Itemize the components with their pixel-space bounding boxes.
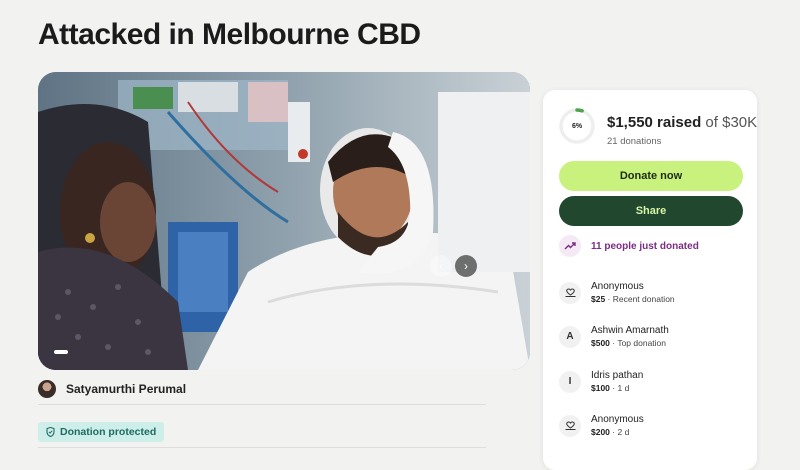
heart-hand-icon	[559, 281, 581, 304]
raised-amount: $1,550 raised	[607, 114, 702, 131]
donor-item: Anonymous $25 · Recent donation	[559, 280, 675, 305]
hospital-patient-photo	[38, 72, 530, 370]
donation-protected-badge[interactable]: Donation protected	[38, 422, 165, 442]
chevron-right-icon[interactable]: ›	[455, 255, 477, 277]
trending-up-icon	[559, 235, 581, 257]
donate-now-button[interactable]: Donate now	[559, 161, 743, 191]
donor-note: · 1 d	[609, 383, 630, 393]
goal-amount: of $30K	[705, 114, 758, 131]
donor-name: Anonymous	[591, 281, 644, 292]
shield-icon	[46, 427, 55, 437]
divider	[38, 447, 486, 448]
donor-name: Ashwin Amarnath	[591, 325, 669, 336]
donor-amount: $100	[591, 383, 610, 393]
donor-note: · Recent donation	[605, 294, 675, 304]
avatar	[38, 380, 56, 398]
donor-amount: $25	[591, 294, 606, 304]
donor-item: A Ashwin Amarnath $500 · Top donation	[559, 324, 669, 349]
donor-meta: $500 · Top donation	[591, 337, 669, 349]
organizer-name[interactable]: Satyamurthi Perumal	[66, 382, 186, 396]
donation-sidebar: 6% $1,550 raised of $30K 21 donations Do…	[543, 90, 757, 470]
donor-meta: $200 · 2 d	[591, 426, 644, 438]
raised-summary: $1,550 raised of $30K	[607, 114, 757, 131]
chevron-left-icon[interactable]: ‹	[430, 255, 452, 277]
heart-hand-icon	[559, 414, 581, 437]
donor-note: · 2 d	[609, 427, 630, 437]
page-title: Attacked in Melbourne CBD	[38, 18, 421, 51]
donor-note: · Top donation	[609, 338, 667, 348]
donor-meta: $25 · Recent donation	[591, 293, 675, 305]
donor-initial-avatar: A	[559, 325, 581, 348]
recent-donations-text: 11 people just donated	[591, 240, 699, 252]
donor-name: Anonymous	[591, 414, 644, 425]
donation-count: 21 donations	[607, 136, 662, 147]
badge-label: Donation protected	[60, 426, 157, 438]
donor-meta: $100 · 1 d	[591, 382, 643, 394]
donor-initial-avatar: I	[559, 370, 581, 393]
carousel-dots[interactable]	[54, 350, 68, 354]
organizer-row[interactable]: Satyamurthi Perumal	[38, 380, 186, 398]
share-button[interactable]: Share	[559, 196, 743, 226]
fundraiser-photo[interactable]	[38, 72, 530, 370]
donor-amount: $200	[591, 427, 610, 437]
progress-percent: 6%	[571, 122, 583, 130]
donor-item: I Idris pathan $100 · 1 d	[559, 369, 643, 394]
donor-amount: $500	[591, 338, 610, 348]
divider	[38, 404, 486, 405]
donor-name: Idris pathan	[591, 370, 644, 381]
carousel-dot-active[interactable]	[54, 350, 68, 354]
recent-activity: 11 people just donated	[559, 235, 699, 257]
donor-item: Anonymous $200 · 2 d	[559, 413, 644, 438]
